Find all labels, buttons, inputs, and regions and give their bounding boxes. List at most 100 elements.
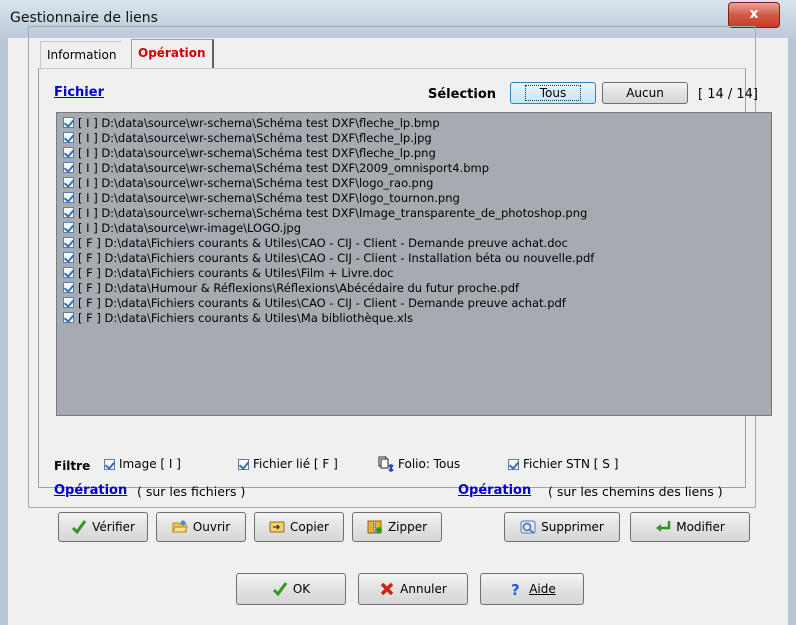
close-button[interactable]: x xyxy=(728,2,780,28)
file-path: [ I ] D:\data\source\wr-schema\Schéma te… xyxy=(78,175,434,190)
close-icon: x xyxy=(749,6,759,22)
checkbox[interactable] xyxy=(63,132,74,143)
help-label: Aide xyxy=(529,582,556,596)
select-none-label: Aucun xyxy=(626,86,664,100)
dialog-window: Gestionnaire de liens x Information Opér… xyxy=(0,0,796,625)
filter-folio-label: Folio: Tous xyxy=(398,457,461,471)
select-all-button[interactable]: Tous xyxy=(510,82,596,104)
file-path: [ I ] D:\data\source\wr-schema\Schéma te… xyxy=(78,190,460,205)
list-item[interactable]: [ I ] D:\data\source\wr-schema\Schéma te… xyxy=(63,115,440,130)
filter-image[interactable]: Image [ I ] xyxy=(104,456,181,472)
ok-button[interactable]: OK xyxy=(236,573,346,605)
checkmark-icon xyxy=(71,519,87,535)
file-path: [ I ] D:\data\source\wr-schema\Schéma te… xyxy=(78,145,436,160)
return-arrow-icon xyxy=(655,519,671,535)
list-item[interactable]: [ F ] D:\data\Humour & Réflexions\Réflex… xyxy=(63,280,519,295)
zip-icon xyxy=(367,519,383,535)
verify-label: Vérifier xyxy=(92,520,135,534)
select-all-label: Tous xyxy=(524,85,582,101)
file-list[interactable]: [ I ] D:\data\source\wr-schema\Schéma te… xyxy=(56,112,772,416)
window-frame-left xyxy=(0,38,8,625)
checkbox[interactable] xyxy=(63,177,74,188)
checkbox[interactable] xyxy=(508,458,519,470)
file-path: [ F ] D:\data\Fichiers courants & Utiles… xyxy=(78,250,595,265)
filter-folio[interactable]: Folio: Tous xyxy=(378,456,460,472)
file-path: [ I ] D:\data\source\wr-schema\Schéma te… xyxy=(78,130,432,145)
list-item[interactable]: [ I ] D:\data\source\wr-schema\Schéma te… xyxy=(63,205,587,220)
list-item[interactable]: [ F ] D:\data\Fichiers courants & Utiles… xyxy=(63,265,394,280)
tab-operation[interactable]: Opération xyxy=(131,39,214,68)
selection-label: Sélection xyxy=(428,87,497,102)
delete-icon xyxy=(520,519,536,535)
tab-information[interactable]: Information xyxy=(40,41,123,68)
checkbox[interactable] xyxy=(63,282,74,293)
file-path: [ F ] D:\data\Fichiers courants & Utiles… xyxy=(78,295,566,310)
open-button[interactable]: Ouvrir xyxy=(156,512,246,542)
delete-button[interactable]: Supprimer xyxy=(504,512,620,542)
open-label: Ouvrir xyxy=(192,520,231,534)
copy-icon xyxy=(269,519,285,535)
operation-paths-note: ( sur les chemins des liens ) xyxy=(548,484,723,499)
filter-fichier-lie[interactable]: Fichier lié [ F ] xyxy=(238,456,338,472)
checkbox[interactable] xyxy=(63,237,74,248)
verify-button[interactable]: Vérifier xyxy=(58,512,148,542)
file-path: [ F ] D:\data\Humour & Réflexions\Réflex… xyxy=(78,280,520,295)
list-item[interactable]: [ I ] D:\data\source\wr-schema\Schéma te… xyxy=(63,190,460,205)
file-path: [ F ] D:\data\Fichiers courants & Utiles… xyxy=(78,265,394,280)
file-path: [ I ] D:\data\source\wr-schema\Schéma te… xyxy=(78,115,440,130)
file-path: [ F ] D:\data\Fichiers courants & Utiles… xyxy=(78,310,413,325)
help-button[interactable]: ? Aide xyxy=(480,573,584,605)
list-item[interactable]: [ I ] D:\data\source\wr-schema\Schéma te… xyxy=(63,160,489,175)
folio-icon xyxy=(378,456,394,472)
checkbox[interactable] xyxy=(238,458,249,470)
list-item[interactable]: [ F ] D:\data\Fichiers courants & Utiles… xyxy=(63,250,594,265)
zip-button[interactable]: Zipper xyxy=(352,512,442,542)
filter-stn-label: Fichier STN [ S ] xyxy=(523,457,619,471)
list-item[interactable]: [ I ] D:\data\source\wr-schema\Schéma te… xyxy=(63,130,432,145)
window-title: Gestionnaire de liens xyxy=(10,10,158,26)
delete-label: Supprimer xyxy=(541,520,604,534)
filter-stn[interactable]: Fichier STN [ S ] xyxy=(508,456,618,472)
checkbox[interactable] xyxy=(63,267,74,278)
checkbox[interactable] xyxy=(104,458,115,470)
checkbox[interactable] xyxy=(63,117,74,128)
help-icon: ? xyxy=(508,581,524,599)
svg-text:?: ? xyxy=(511,581,520,597)
fichier-link[interactable]: Fichier xyxy=(54,85,104,100)
checkmark-icon xyxy=(272,581,288,597)
copy-label: Copier xyxy=(290,520,329,534)
list-item[interactable]: [ F ] D:\data\Fichiers courants & Utiles… xyxy=(63,295,566,310)
filter-fichier-lie-label: Fichier lié [ F ] xyxy=(253,457,338,471)
folder-open-icon xyxy=(172,519,188,535)
checkbox[interactable] xyxy=(63,252,74,263)
list-item[interactable]: [ I ] D:\data\source\wr-schema\Schéma te… xyxy=(63,145,436,160)
checkbox[interactable] xyxy=(63,207,74,218)
list-item[interactable]: [ F ] D:\data\Fichiers courants & Utiles… xyxy=(63,310,413,325)
file-path: [ I ] D:\data\source\wr-schema\Schéma te… xyxy=(78,205,588,220)
operation-paths-link[interactable]: Opération xyxy=(458,483,531,498)
checkbox[interactable] xyxy=(63,147,74,158)
file-path: [ F ] D:\data\Fichiers courants & Utiles… xyxy=(78,235,568,250)
checkbox[interactable] xyxy=(63,297,74,308)
modify-label: Modifier xyxy=(676,520,725,534)
copy-button[interactable]: Copier xyxy=(254,512,344,542)
checkbox[interactable] xyxy=(63,312,74,323)
modify-button[interactable]: Modifier xyxy=(630,512,750,542)
checkbox[interactable] xyxy=(63,192,74,203)
file-path: [ I ] D:\data\source\wr-image\LOGO.jpg xyxy=(78,220,302,235)
list-item[interactable]: [ F ] D:\data\Fichiers courants & Utiles… xyxy=(63,235,568,250)
cancel-button[interactable]: Annuler xyxy=(358,573,468,605)
list-item[interactable]: [ I ] D:\data\source\wr-schema\Schéma te… xyxy=(63,175,433,190)
checkbox[interactable] xyxy=(63,162,74,173)
operation-files-link[interactable]: Opération xyxy=(54,483,127,498)
checkbox[interactable] xyxy=(63,222,74,233)
select-none-button[interactable]: Aucun xyxy=(602,82,688,104)
file-path: [ I ] D:\data\source\wr-schema\Schéma te… xyxy=(78,160,490,175)
filter-label: Filtre xyxy=(54,459,91,473)
cancel-label: Annuler xyxy=(400,582,447,596)
ok-label: OK xyxy=(292,582,311,596)
selection-count: [ 14 / 14] xyxy=(698,87,759,102)
close-icon xyxy=(379,581,395,597)
operation-files-note: ( sur les fichiers ) xyxy=(137,484,246,499)
list-item[interactable]: [ I ] D:\data\source\wr-image\LOGO.jpg xyxy=(63,220,301,235)
